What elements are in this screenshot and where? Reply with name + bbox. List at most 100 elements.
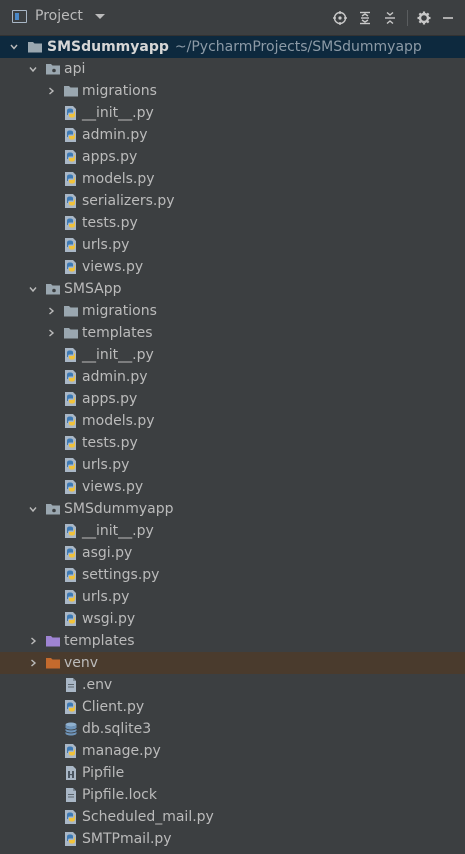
tree-item-label: apps.py — [82, 149, 138, 165]
python-file-icon — [63, 567, 79, 583]
tree-item-label: serializers.py — [82, 193, 175, 209]
tree-row-migrations[interactable]: migrations — [0, 300, 465, 322]
tree-item-label: manage.py — [82, 743, 161, 759]
tree-row-urls-py[interactable]: urls.py — [0, 586, 465, 608]
python-file-icon — [63, 215, 79, 231]
tree-item-label: .env — [82, 677, 113, 693]
tree-row-tests-py[interactable]: tests.py — [0, 212, 465, 234]
expand-all-icon[interactable] — [358, 11, 372, 25]
tree-row-urls-py[interactable]: urls.py — [0, 454, 465, 476]
python-file-icon — [63, 699, 79, 715]
chevron-right-icon[interactable] — [47, 329, 55, 337]
tree-item-label: SMSApp — [64, 281, 122, 297]
tree-row-env[interactable]: .env — [0, 674, 465, 696]
tree-item-label: asgi.py — [82, 545, 133, 561]
tree-row-views-py[interactable]: views.py — [0, 476, 465, 498]
tree-row-init-py[interactable]: __init__.py — [0, 520, 465, 542]
tree-row-migrations[interactable]: migrations — [0, 80, 465, 102]
tree-row-urls-py[interactable]: urls.py — [0, 234, 465, 256]
chevron-right-icon[interactable] — [47, 307, 55, 315]
tree-item-label: templates — [64, 633, 135, 649]
chevron-down-icon[interactable] — [29, 505, 37, 513]
python-file-icon — [63, 523, 79, 539]
tree-item-label: admin.py — [82, 127, 148, 143]
python-file-icon — [63, 127, 79, 143]
python-file-icon — [63, 545, 79, 561]
tree-row-client-py[interactable]: Client.py — [0, 696, 465, 718]
tree-item-label: __init__.py — [82, 523, 154, 539]
tree-row-init-py[interactable]: __init__.py — [0, 344, 465, 366]
python-file-icon — [63, 391, 79, 407]
tree-item-label: api — [64, 61, 86, 77]
python-file-icon — [63, 457, 79, 473]
collapse-all-icon[interactable] — [383, 11, 397, 25]
tree-item-label: SMSdummyapp — [64, 501, 174, 517]
tree-row-manage-py[interactable]: manage.py — [0, 740, 465, 762]
tree-item-label: views.py — [82, 259, 144, 275]
tree-row-settings-py[interactable]: settings.py — [0, 564, 465, 586]
project-icon — [12, 9, 27, 23]
chevron-down-icon[interactable] — [29, 65, 37, 73]
toolbar-separator — [407, 10, 408, 26]
python-file-icon — [63, 237, 79, 253]
package-folder-icon — [45, 281, 61, 297]
tree-item-label: templates — [82, 325, 153, 341]
tree-item-label: tests.py — [82, 215, 138, 231]
tree-row-models-py[interactable]: models.py — [0, 410, 465, 432]
tree-row-db-sqlite3[interactable]: db.sqlite3 — [0, 718, 465, 740]
tree-item-label: __init__.py — [82, 347, 154, 363]
locate-icon[interactable] — [333, 11, 347, 25]
hide-icon[interactable] — [441, 11, 455, 25]
tree-row-models-py[interactable]: models.py — [0, 168, 465, 190]
tree-row-pipfile[interactable]: Pipfile — [0, 762, 465, 784]
tree-row-admin-py[interactable]: admin.py — [0, 124, 465, 146]
tree-item-label: db.sqlite3 — [82, 721, 152, 737]
tree-item-label: Scheduled_mail.py — [82, 809, 214, 825]
tree-item-label: migrations — [82, 83, 157, 99]
database-icon — [63, 721, 79, 737]
python-file-icon — [63, 347, 79, 363]
pipfile-icon — [63, 765, 79, 781]
tree-row-init-py[interactable]: __init__.py — [0, 102, 465, 124]
package-folder-icon — [45, 501, 61, 517]
tree-item-label: urls.py — [82, 589, 130, 605]
chevron-right-icon[interactable] — [29, 659, 37, 667]
tree-root-row[interactable]: SMSdummyapp ~/PycharmProjects/SMSdummyapp — [0, 36, 465, 58]
tree-item-label: tests.py — [82, 435, 138, 451]
chevron-right-icon[interactable] — [47, 87, 55, 95]
tree-item-label: Pipfile — [82, 765, 125, 781]
folder-icon — [63, 325, 79, 341]
chevron-right-icon[interactable] — [29, 637, 37, 645]
python-file-icon — [63, 193, 79, 209]
tree-row-pipfile-lock[interactable]: Pipfile.lock — [0, 784, 465, 806]
tree-row-admin-py[interactable]: admin.py — [0, 366, 465, 388]
tree-row-views-py[interactable]: views.py — [0, 256, 465, 278]
tree-row-smsapp[interactable]: SMSApp — [0, 278, 465, 300]
python-file-icon — [63, 479, 79, 495]
folder-icon — [63, 83, 79, 99]
python-file-icon — [63, 259, 79, 275]
tree-row-smsdummyapp[interactable]: SMSdummyapp — [0, 498, 465, 520]
tree-item-label: apps.py — [82, 391, 138, 407]
chevron-down-icon[interactable] — [10, 43, 18, 51]
tree-row-wsgi-py[interactable]: wsgi.py — [0, 608, 465, 630]
tree-row-tests-py[interactable]: tests.py — [0, 432, 465, 454]
project-view-selector[interactable]: Project — [12, 8, 105, 24]
tree-row-smtpmail-py[interactable]: SMTPmail.py — [0, 828, 465, 850]
tree-row-api[interactable]: api — [0, 58, 465, 80]
tree-row-asgi-py[interactable]: asgi.py — [0, 542, 465, 564]
tree-row-scheduled-mail-py[interactable]: Scheduled_mail.py — [0, 806, 465, 828]
text-file-icon — [63, 677, 79, 693]
gear-icon[interactable] — [417, 11, 431, 25]
tree-row-templates[interactable]: templates — [0, 322, 465, 344]
tree-row-apps-py[interactable]: apps.py — [0, 146, 465, 168]
python-file-icon — [63, 413, 79, 429]
tree-row-apps-py[interactable]: apps.py — [0, 388, 465, 410]
tree-row-venv[interactable]: venv — [0, 652, 465, 674]
python-file-icon — [63, 435, 79, 451]
tree-row-templates[interactable]: templates — [0, 630, 465, 652]
root-name: SMSdummyapp — [47, 39, 169, 55]
tree-row-serializers-py[interactable]: serializers.py — [0, 190, 465, 212]
tree-item-label: __init__.py — [82, 105, 154, 121]
chevron-down-icon[interactable] — [29, 285, 37, 293]
